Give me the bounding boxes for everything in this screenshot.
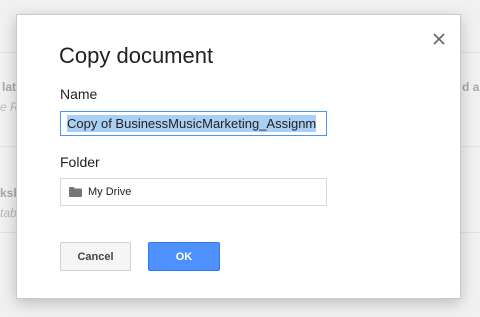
- ok-button[interactable]: OK: [148, 242, 220, 271]
- name-input-value: Copy of BusinessMusicMarketing_Assignm: [67, 115, 317, 132]
- background-text: tab: [0, 206, 17, 220]
- cancel-button[interactable]: Cancel: [60, 242, 131, 271]
- name-label: Name: [60, 86, 98, 102]
- close-icon: [433, 33, 445, 45]
- folder-picker[interactable]: My Drive: [60, 178, 327, 206]
- name-input[interactable]: Copy of BusinessMusicMarketing_Assignm: [60, 111, 327, 136]
- background-text: d a: [462, 80, 480, 94]
- folder-label: Folder: [60, 154, 100, 170]
- dialog-title: Copy document: [59, 43, 214, 68]
- close-button[interactable]: [429, 29, 449, 49]
- folder-icon: [69, 187, 82, 197]
- background-text: lat: [2, 80, 17, 94]
- folder-value: My Drive: [88, 186, 132, 198]
- copy-document-dialog: Copy document Name Copy of BusinessMusic…: [16, 14, 461, 299]
